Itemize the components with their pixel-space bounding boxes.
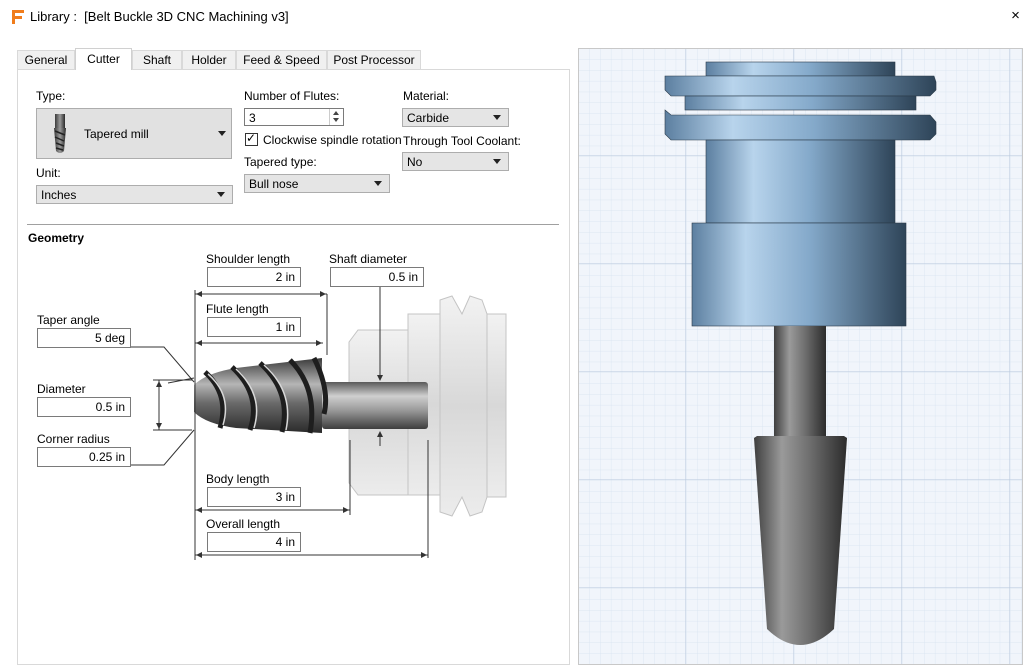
shaft-shape (322, 382, 428, 429)
body-length-field[interactable]: 3 in (207, 487, 301, 507)
shoulder-length-field[interactable]: 2 in (207, 267, 301, 287)
flute-shape (194, 356, 329, 434)
diameter-field[interactable]: 0.5 in (37, 397, 131, 417)
shaft-diameter-label: Shaft diameter (329, 252, 408, 266)
tool-preview-viewport[interactable] (578, 48, 1023, 665)
overall-length-label: Overall length (206, 517, 281, 531)
taper-angle-field[interactable]: 5 deg (37, 328, 131, 348)
shoulder-length-label: Shoulder length (206, 252, 291, 266)
flute-length-field[interactable]: 1 in (207, 317, 301, 337)
overall-length-field[interactable]: 4 in (207, 532, 301, 552)
diameter-label: Diameter (37, 382, 86, 396)
corner-radius-field[interactable]: 0.25 in (37, 447, 131, 467)
flute-length-label: Flute length (206, 302, 269, 316)
body-length-label: Body length (206, 472, 270, 486)
close-icon[interactable]: × (1008, 6, 1023, 26)
tool-3d-render (579, 49, 1022, 664)
shaft-diameter-field[interactable]: 0.5 in (330, 267, 424, 287)
corner-radius-label: Corner radius (37, 432, 110, 446)
tab-cutter[interactable]: Cutter (75, 48, 132, 70)
taper-angle-label: Taper angle (37, 313, 100, 327)
